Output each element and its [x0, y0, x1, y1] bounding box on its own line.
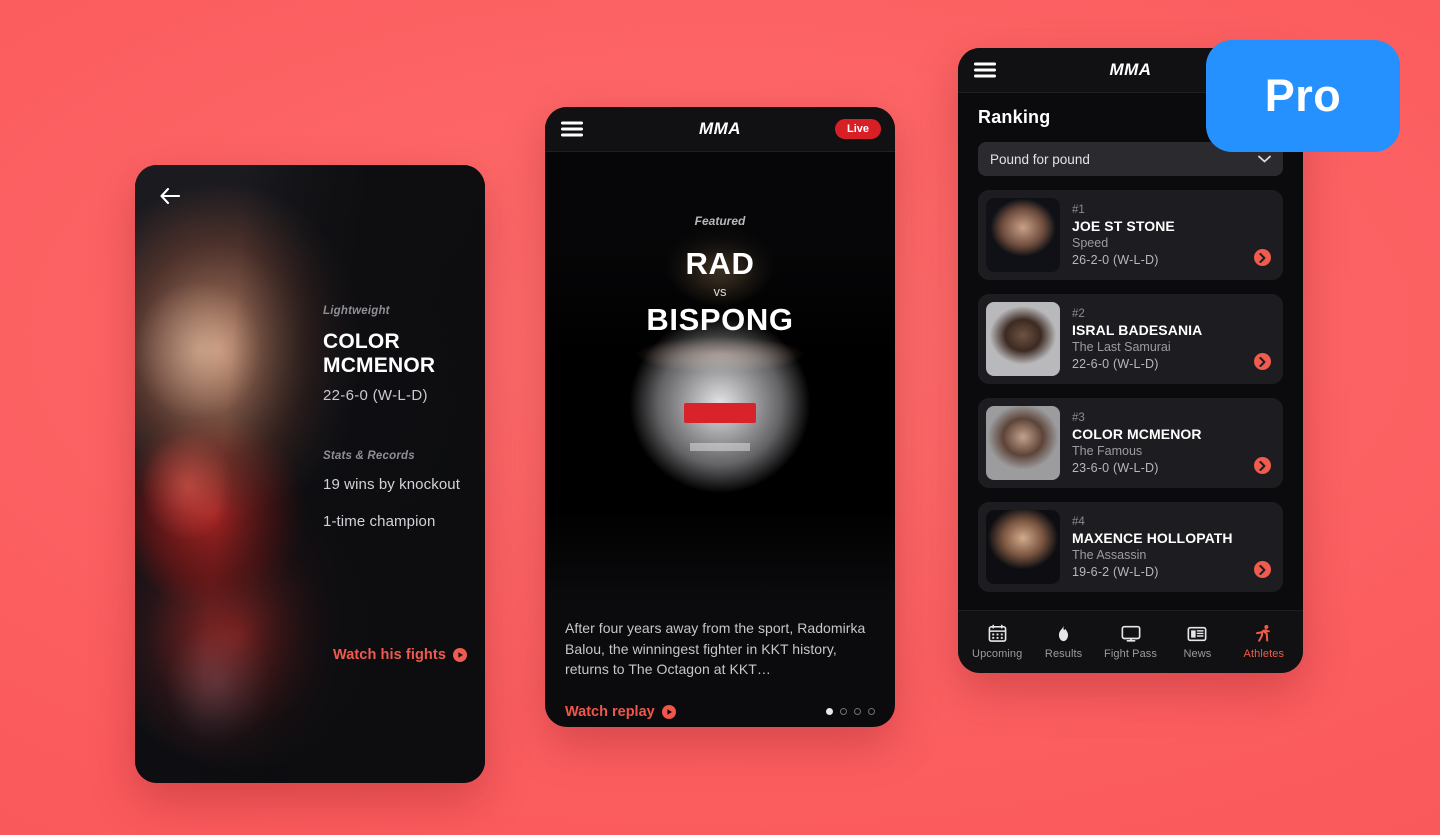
featured-description: After four years away from the sport, Ra…	[565, 620, 866, 678]
fighter-record: 22-6-0 (W-L-D)	[323, 386, 428, 404]
athlete-record: 19-6-2 (W-L-D)	[1072, 564, 1159, 579]
featured-footer: After four years away from the sport, Ra…	[545, 602, 895, 720]
fighter-detail-screen: Lightweight COLOR MCMENOR 22-6-0 (W-L-D)…	[135, 165, 485, 783]
fighter-a-name: RAD	[685, 246, 755, 281]
avatar	[986, 510, 1060, 584]
watch-replay-label: Watch replay	[565, 703, 655, 720]
chevron-right-icon	[1259, 564, 1266, 575]
rank-position: #3	[1072, 411, 1085, 424]
chevron-down-icon	[1258, 155, 1271, 163]
monitor-icon	[1121, 625, 1140, 642]
versus-separator: vs	[713, 284, 727, 299]
athlete-nickname: Speed	[1072, 235, 1109, 250]
row-info: #2 ISRAL BADESANIA The Last Samurai 22-6…	[1072, 308, 1275, 371]
featured-headline: Featured RAD vs BISPONG	[545, 214, 895, 338]
fighter-detail-info: Lightweight COLOR MCMENOR 22-6-0 (W-L-D)…	[323, 165, 485, 783]
ranking-list[interactable]: #1 JOE ST STONE Speed 26-2-0 (W-L-D) #2 …	[958, 190, 1303, 607]
row-info: #1 JOE ST STONE Speed 26-2-0 (W-L-D)	[1072, 204, 1275, 267]
row-chevron-button[interactable]	[1254, 457, 1271, 474]
table-row[interactable]: #4 MAXENCE HOLLOPATH The Assassin 19-6-2…	[978, 502, 1283, 592]
row-chevron-button[interactable]	[1254, 353, 1271, 370]
featured-hero: Featured RAD vs BISPONG	[545, 152, 895, 602]
tab-upcoming[interactable]: Upcoming	[971, 624, 1023, 660]
pagination-dot[interactable]	[826, 708, 833, 716]
app-brand: MMA	[698, 119, 742, 138]
tab-news[interactable]: News	[1171, 625, 1223, 660]
table-row[interactable]: #1 JOE ST STONE Speed 26-2-0 (W-L-D)	[978, 190, 1283, 280]
rank-position: #1	[1072, 203, 1085, 216]
pagination-dot[interactable]	[854, 708, 861, 716]
chevron-right-icon	[1259, 460, 1266, 471]
newspaper-icon	[1187, 626, 1207, 641]
runner-icon	[1256, 624, 1271, 642]
featured-topbar: MMA Live	[545, 107, 895, 152]
tab-label: Upcoming	[972, 648, 1023, 660]
stat-item: 19 wins by knockout	[323, 475, 460, 493]
hero-bottom-gradient	[545, 512, 895, 602]
athlete-name: JOE ST STONE	[1072, 217, 1175, 234]
athlete-name: MAXENCE HOLLOPATH	[1072, 529, 1233, 546]
avatar	[986, 406, 1060, 480]
fighter-name: COLOR MCMENOR	[323, 330, 467, 379]
featured-actions: Watch replay	[565, 704, 875, 720]
featured-fight-screen: MMA Live Featured RAD vs BISPONG After f…	[545, 107, 895, 727]
athlete-record: 26-2-0 (W-L-D)	[1072, 252, 1159, 267]
table-row[interactable]: #3 COLOR MCMENOR The Famous 23-6-0 (W-L-…	[978, 398, 1283, 488]
athlete-record: 22-6-0 (W-L-D)	[1072, 356, 1159, 371]
tab-athletes[interactable]: Athletes	[1238, 624, 1290, 660]
table-row[interactable]: #2 ISRAL BADESANIA The Last Samurai 22-6…	[978, 294, 1283, 384]
bottom-tab-bar: Upcoming Results Fight Pass News Athlete…	[958, 610, 1303, 673]
stat-item: 1-time champion	[323, 512, 436, 530]
pagination-dot[interactable]	[840, 708, 847, 716]
pro-badge[interactable]: Pro	[1206, 40, 1400, 152]
weight-class-value: Pound for pound	[990, 151, 1090, 167]
athlete-name: COLOR MCMENOR	[1072, 425, 1202, 442]
division-label: Lightweight	[323, 305, 390, 317]
athlete-nickname: The Last Samurai	[1072, 339, 1171, 354]
carousel-pagination	[826, 708, 875, 716]
poster-canvas: Lightweight COLOR MCMENOR 22-6-0 (W-L-D)…	[0, 0, 1440, 835]
avatar	[986, 302, 1060, 376]
athlete-record: 23-6-0 (W-L-D)	[1072, 460, 1159, 475]
tab-label: Results	[1044, 648, 1083, 660]
tab-fight-pass[interactable]: Fight Pass	[1104, 624, 1157, 660]
stats-heading: Stats & Records	[323, 449, 415, 462]
chevron-right-icon	[1259, 252, 1266, 263]
rank-position: #2	[1072, 307, 1085, 320]
pro-badge-label: Pro	[1264, 70, 1342, 121]
row-info: #3 COLOR MCMENOR The Famous 23-6-0 (W-L-…	[1072, 412, 1275, 475]
rank-position: #4	[1072, 515, 1085, 528]
tab-label: News	[1183, 647, 1212, 660]
tab-results[interactable]: Results	[1038, 624, 1090, 660]
row-chevron-button[interactable]	[1254, 249, 1271, 266]
flame-icon	[1059, 625, 1069, 642]
watch-replay-link[interactable]: Watch replay	[565, 704, 676, 720]
back-button[interactable]	[153, 179, 187, 213]
athlete-name: ISRAL BADESANIA	[1072, 321, 1203, 338]
play-circle-icon	[661, 704, 676, 719]
athlete-nickname: The Assassin	[1072, 547, 1147, 562]
app-brand: MMA	[1109, 60, 1152, 79]
hamburger-menu-icon[interactable]	[974, 62, 996, 78]
tab-label: Fight Pass	[1104, 648, 1157, 660]
avatar	[986, 198, 1060, 272]
row-chevron-button[interactable]	[1254, 561, 1271, 578]
arrow-left-icon	[160, 188, 180, 204]
row-info: #4 MAXENCE HOLLOPATH The Assassin 19-6-2…	[1072, 516, 1275, 579]
athlete-nickname: The Famous	[1072, 443, 1143, 458]
featured-label: Featured	[694, 214, 746, 228]
calendar-icon	[988, 624, 1007, 642]
live-badge[interactable]: Live	[834, 119, 881, 139]
tab-label: Athletes	[1243, 648, 1285, 660]
fighter-b-name: BISPONG	[646, 302, 794, 337]
fighter-name-line1: COLOR	[323, 330, 400, 353]
hamburger-menu-icon[interactable]	[561, 121, 583, 137]
fighter-name-line2: MCMENOR	[323, 354, 436, 378]
chevron-right-icon	[1259, 356, 1266, 367]
pagination-dot[interactable]	[868, 708, 875, 716]
